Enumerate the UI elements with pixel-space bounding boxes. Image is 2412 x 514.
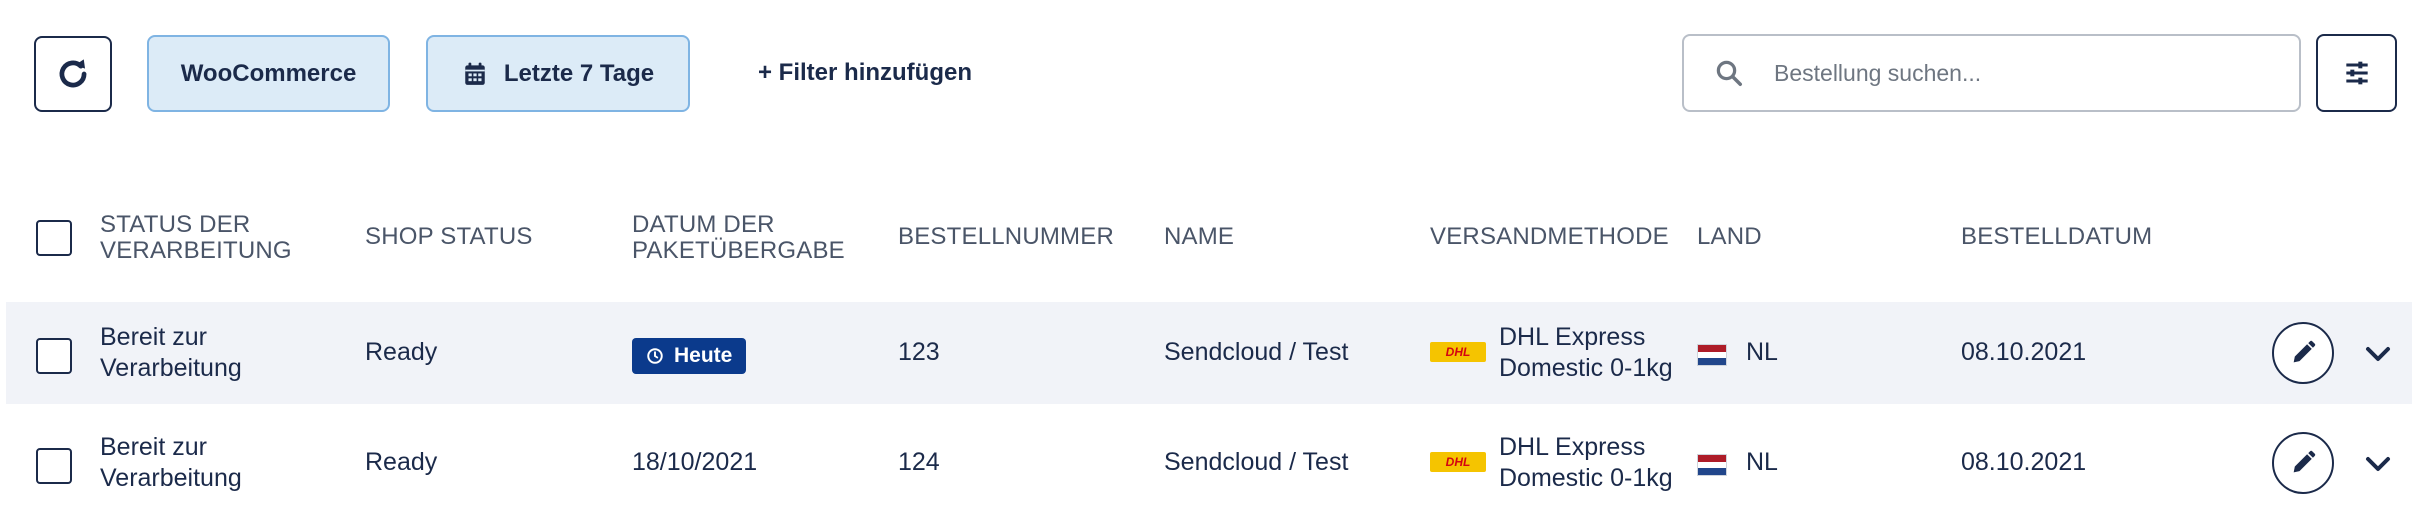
processing-status: Bereit zur Verarbeitung	[100, 323, 242, 382]
country-code: NL	[1746, 338, 1778, 366]
customer-name: Sendcloud / Test	[1164, 338, 1349, 366]
shipping-method: DHL Express Domestic 0-1kg	[1499, 323, 1673, 382]
order-number: 123	[898, 338, 940, 366]
date-filter-label: Letzte 7 Tage	[503, 59, 655, 87]
column-header-name[interactable]: NAME	[1164, 224, 1234, 250]
order-date: 08.10.2021	[1961, 338, 2087, 366]
search-input[interactable]	[1774, 59, 2274, 87]
column-header-handover-date[interactable]: DATUM DER PAKETÜBERGABE	[632, 212, 852, 264]
handover-date: 18/10/2021	[632, 448, 758, 476]
handover-date-badge: Heute	[632, 338, 747, 374]
select-all-checkbox[interactable]	[36, 220, 72, 256]
netherlands-flag-icon	[1697, 344, 1727, 366]
table-row[interactable]: Bereit zur Verarbeitung Ready Heute 123 …	[6, 302, 2412, 404]
shop-status: Ready	[365, 338, 438, 366]
svg-text:DHL: DHL	[1446, 345, 1471, 359]
dhl-logo-icon: DHL	[1430, 452, 1486, 472]
shop-status: Ready	[365, 448, 438, 476]
column-settings-button[interactable]	[2316, 34, 2397, 112]
calendar-icon	[465, 62, 485, 85]
processing-status: Bereit zur Verarbeitung	[100, 433, 242, 492]
column-header-order-number[interactable]: BESTELLNUMMER	[898, 224, 1114, 250]
column-header-shipping-method[interactable]: VERSANDMETHODE	[1430, 224, 1669, 250]
pencil-icon	[2293, 340, 2316, 363]
date-filter-chip[interactable]: Letzte 7 Tage	[426, 35, 690, 112]
dhl-logo-icon: DHL	[1430, 342, 1486, 362]
customer-name: Sendcloud / Test	[1164, 448, 1349, 476]
column-header-shop-status[interactable]: SHOP STATUS	[365, 224, 533, 250]
column-header-status[interactable]: STATUS DER VERARBEITUNG	[100, 212, 300, 264]
row-checkbox[interactable]	[36, 338, 72, 374]
netherlands-flag-icon	[1697, 454, 1727, 476]
order-date: 08.10.2021	[1961, 448, 2087, 476]
order-number: 124	[898, 448, 940, 476]
row-checkbox[interactable]	[36, 448, 72, 484]
refresh-button[interactable]	[34, 36, 112, 112]
search-box[interactable]	[1682, 34, 2301, 112]
clock-icon	[647, 348, 663, 364]
shop-filter-label: WooCommerce	[180, 59, 357, 87]
expand-row-button[interactable]	[2356, 442, 2400, 486]
chevron-down-icon	[2366, 457, 2390, 471]
search-icon	[1684, 36, 1774, 110]
shop-filter-chip[interactable]: WooCommerce	[147, 35, 390, 112]
sliders-icon	[2345, 61, 2368, 85]
refresh-icon	[59, 59, 87, 88]
column-header-order-date[interactable]: BESTELLDATUM	[1961, 224, 2152, 250]
edit-button[interactable]	[2272, 432, 2334, 494]
chevron-down-icon	[2366, 347, 2390, 361]
svg-text:DHL: DHL	[1446, 455, 1471, 469]
column-header-country[interactable]: LAND	[1697, 224, 1762, 250]
table-header: STATUS DER VERARBEITUNG SHOP STATUS DATU…	[0, 200, 2412, 300]
table-row[interactable]: Bereit zur Verarbeitung Ready 18/10/2021…	[6, 412, 2412, 514]
pencil-icon	[2293, 450, 2316, 473]
add-filter-link[interactable]: + Filter hinzufügen	[758, 55, 972, 91]
toolbar: WooCommerce Letzte 7 Tage + Filter hinzu…	[0, 0, 2412, 150]
shipping-method: DHL Express Domestic 0-1kg	[1499, 433, 1673, 492]
expand-row-button[interactable]	[2356, 332, 2400, 376]
edit-button[interactable]	[2272, 322, 2334, 384]
country-code: NL	[1746, 448, 1778, 476]
